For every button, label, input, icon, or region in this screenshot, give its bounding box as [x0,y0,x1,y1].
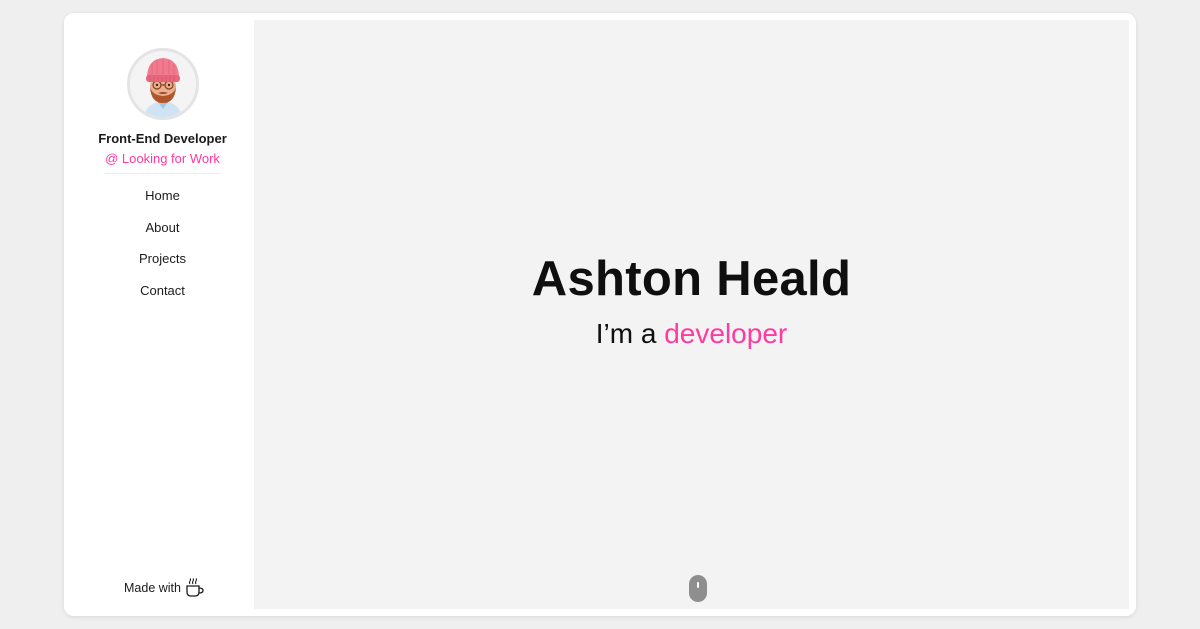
sidebar-nav: Home About Projects Contact [64,187,261,313]
role-title: Front-End Developer [98,131,227,146]
hero-tagline: I’m a developer [254,318,1129,350]
sidebar: Front-End Developer @ Looking for Work H… [64,13,254,616]
hero-section: Ashton Heald I’m a developer [254,20,1129,609]
footer-label: Made with [124,581,181,595]
app-frame: Front-End Developer @ Looking for Work H… [64,13,1136,616]
nav-item-about[interactable]: About [64,219,261,251]
sidebar-divider [105,173,221,174]
mouse-scroll-icon[interactable] [689,575,707,602]
avatar-illustration [130,51,196,117]
nav-item-contact[interactable]: Contact [64,282,261,314]
status-text: @ Looking for Work [105,151,220,166]
footer-made-with: Made with [64,578,266,598]
coffee-cup-icon [186,578,204,597]
avatar [127,48,199,120]
tagline-accent: developer [664,318,788,349]
nav-item-home[interactable]: Home [64,187,261,219]
scroll-wheel [697,582,699,588]
tagline-prefix: I’m a [595,318,657,349]
hero-name: Ashton Heald [531,252,852,306]
nav-item-projects[interactable]: Projects [64,250,261,282]
